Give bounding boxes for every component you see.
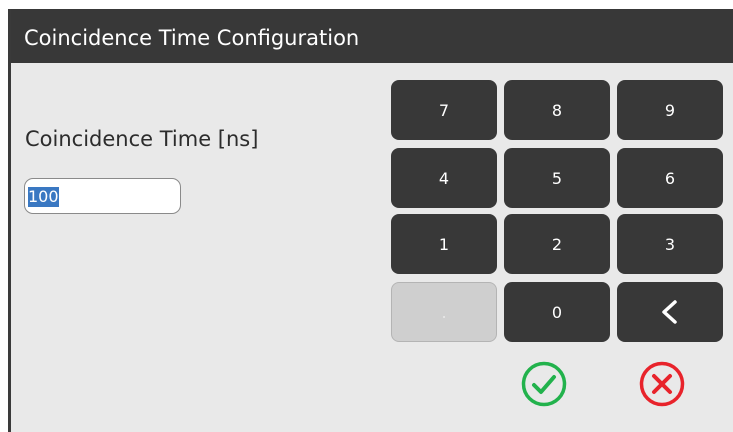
key-4[interactable]: 4: [391, 148, 497, 208]
key-3[interactable]: 3: [617, 214, 723, 274]
config-dialog: Coincidence Time Configuration Coinciden…: [8, 9, 733, 432]
key-0[interactable]: 0: [504, 282, 610, 342]
key-9[interactable]: 9: [617, 80, 723, 140]
backspace-icon: [662, 300, 677, 324]
key-2[interactable]: 2: [504, 214, 610, 274]
window-left-border: [8, 9, 11, 432]
key-7[interactable]: 7: [391, 80, 497, 140]
backspace-key[interactable]: [617, 282, 723, 342]
key-1[interactable]: 1: [391, 214, 497, 274]
key-5[interactable]: 5: [504, 148, 610, 208]
cancel-x-icon[interactable]: [638, 360, 686, 408]
coincidence-time-input[interactable]: 100: [24, 178, 181, 214]
key-8[interactable]: 8: [504, 80, 610, 140]
key-decimal: .: [391, 282, 497, 342]
coincidence-time-label: Coincidence Time [ns]: [25, 127, 259, 151]
coincidence-time-value: 100: [28, 187, 59, 207]
title-bar: Coincidence Time Configuration: [8, 9, 733, 63]
dialog-title: Coincidence Time Configuration: [24, 26, 360, 50]
key-6[interactable]: 6: [617, 148, 723, 208]
confirm-check-icon[interactable]: [520, 360, 568, 408]
